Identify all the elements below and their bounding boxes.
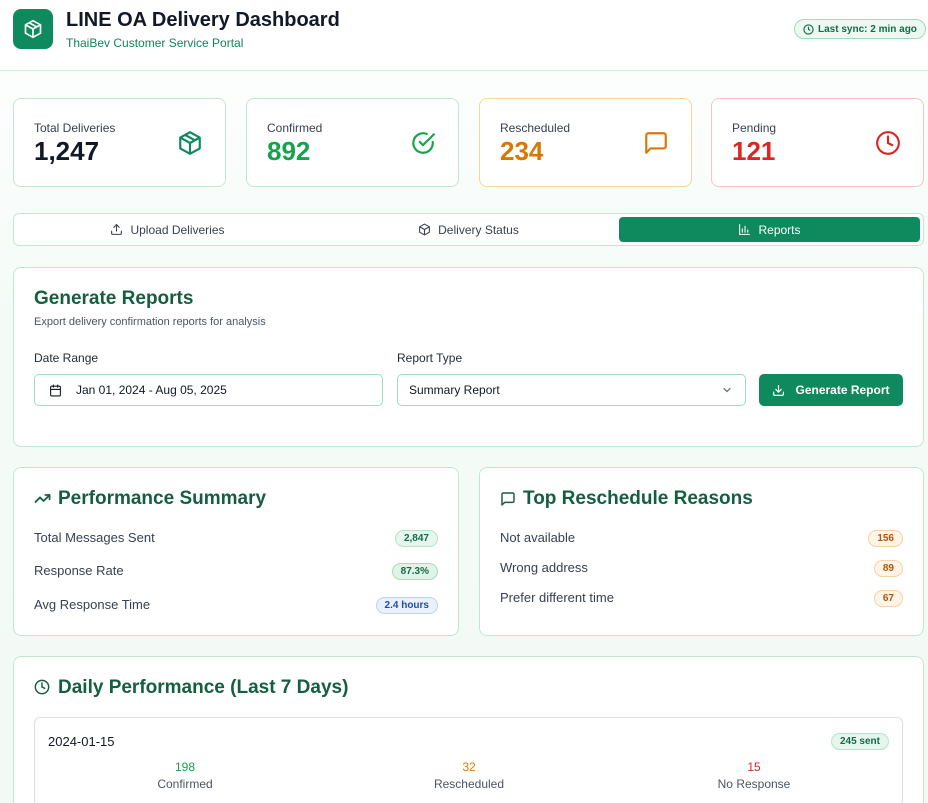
stat-value: 234 (500, 136, 544, 166)
calendar-icon (50, 384, 61, 396)
reason-label: Wrong address (500, 560, 588, 575)
reason-count: 67 (873, 590, 903, 607)
download-icon (773, 384, 785, 396)
tab-upload-deliveries[interactable]: Upload Deliveries (17, 217, 318, 242)
reason-label: Not available (500, 530, 576, 545)
message-icon (645, 132, 667, 154)
stat-card-pending: Pending 121 (711, 98, 924, 187)
confirmed-stat: 198 Confirmed (85, 760, 285, 791)
tab-bar: Upload Deliveries Delivery Status Report… (13, 213, 924, 246)
panel-title: Daily Performance (Last 7 Days) (58, 677, 349, 698)
reschedule-reasons-panel: Top Reschedule Reasons Not available 156… (479, 467, 924, 636)
upload-icon (111, 224, 123, 235)
stat-row-value: 87.3% (391, 563, 438, 580)
bar-chart-icon (739, 224, 751, 235)
date-range-value: Jan 01, 2024 - Aug 05, 2025 (76, 383, 227, 397)
report-type-label: Report Type (397, 351, 463, 365)
reason-label: Prefer different time (500, 590, 614, 605)
panel-subtitle: Export delivery confirmation reports for… (34, 316, 266, 328)
logo (13, 9, 53, 49)
stat-row-value: 2.4 hours (375, 597, 438, 614)
app-title: LINE OA Delivery Dashboard (66, 9, 340, 31)
generate-report-button[interactable]: Generate Report (759, 374, 903, 406)
stat-value: 1,247 (34, 136, 100, 166)
stat-label: Confirmed (267, 121, 323, 135)
stat-card-confirmed: Confirmed 892 (246, 98, 459, 187)
generate-report-label: Generate Report (795, 383, 890, 397)
stat-card-rescheduled: Rescheduled 234 (479, 98, 692, 187)
tab-reports[interactable]: Reports (619, 217, 920, 242)
panel-title: Top Reschedule Reasons (523, 488, 753, 509)
tab-label: Delivery Status (438, 222, 519, 237)
generate-reports-panel: Generate Reports Export delivery confirm… (13, 267, 924, 447)
panel-title: Generate Reports (34, 288, 194, 309)
trending-up-icon (34, 494, 51, 503)
no-response-stat: 15 No Response (654, 760, 854, 791)
stat-card-total: Total Deliveries 1,247 (13, 98, 226, 187)
stat-label: Total Deliveries (34, 121, 116, 135)
day-date: 2024-01-15 (48, 734, 115, 749)
message-icon (501, 492, 515, 506)
stat-row-label: Response Rate (34, 563, 124, 578)
package-icon (419, 223, 431, 236)
reason-count: 156 (868, 530, 903, 547)
report-type-value: Summary Report (409, 383, 500, 397)
panel-title: Performance Summary (58, 488, 267, 509)
tab-label: Reports (758, 222, 801, 237)
stat-row-label: Avg Response Time (34, 597, 151, 612)
rescheduled-count: 32 (462, 760, 476, 774)
clock-icon (876, 131, 900, 155)
stat-value: 892 (267, 136, 311, 166)
clock-icon (34, 679, 50, 695)
stat-value: 121 (732, 136, 776, 166)
confirmed-label: Confirmed (157, 777, 213, 791)
stat-label: Rescheduled (500, 121, 571, 135)
package-icon (24, 19, 42, 39)
chevron-down-icon (723, 387, 731, 393)
tab-label: Upload Deliveries (130, 222, 225, 237)
sync-text: Last sync: 2 min ago (818, 23, 917, 35)
sent-badge: 245 sent (830, 733, 889, 750)
stat-row-label: Total Messages Sent (34, 530, 155, 545)
tab-delivery-status[interactable]: Delivery Status (318, 217, 619, 242)
app-subtitle: ThaiBev Customer Service Portal (66, 36, 244, 50)
rescheduled-stat: 32 Rescheduled (369, 760, 569, 791)
package-icon (179, 131, 201, 155)
performance-summary-panel: Performance Summary Total Messages Sent … (13, 467, 459, 636)
rescheduled-label: Rescheduled (433, 777, 505, 791)
daily-entry: 2024-01-15 245 sent 198 Confirmed 32 Res… (34, 717, 903, 803)
reason-count: 89 (873, 560, 903, 577)
no-response-label: No Response (717, 777, 791, 791)
no-response-count: 15 (747, 760, 761, 774)
stat-label: Pending (732, 121, 777, 135)
app-header: LINE OA Delivery Dashboard ThaiBev Custo… (0, 0, 928, 71)
check-circle-icon (412, 132, 435, 154)
sync-badge: Last sync: 2 min ago (794, 19, 926, 39)
stat-row-value: 2,847 (394, 530, 438, 547)
report-type-select[interactable]: Summary Report (397, 374, 746, 406)
date-range-field[interactable]: Jan 01, 2024 - Aug 05, 2025 (34, 374, 383, 406)
daily-performance-panel: Daily Performance (Last 7 Days) 2024-01-… (13, 656, 924, 803)
confirmed-count: 198 (174, 760, 196, 774)
date-range-label: Date Range (34, 351, 99, 365)
clock-icon (803, 23, 814, 35)
